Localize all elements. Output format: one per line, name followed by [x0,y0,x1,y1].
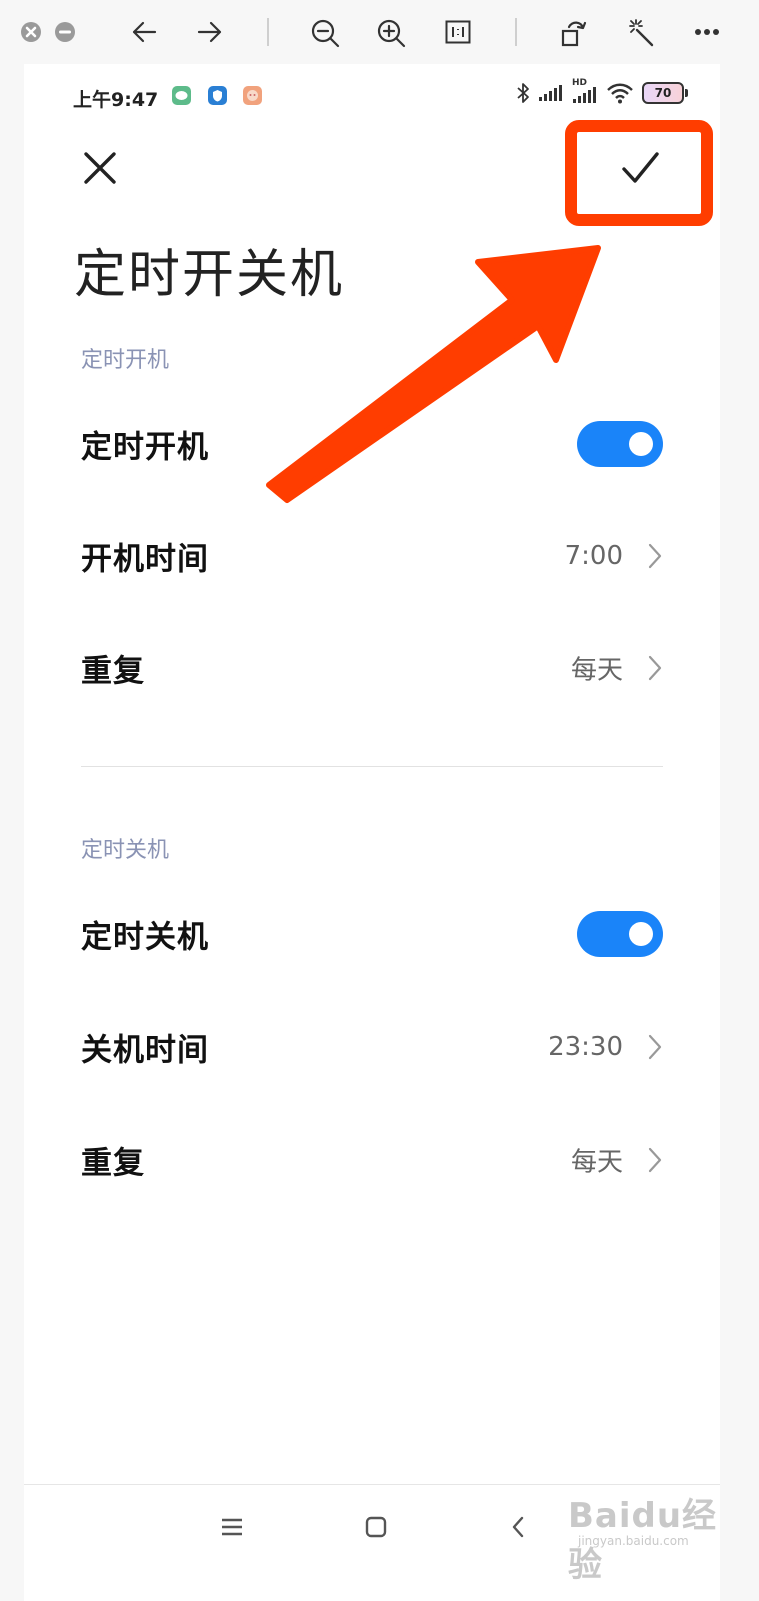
menu-icon[interactable] [221,1517,243,1537]
row-power-on-time[interactable]: 开机时间 7:00 [81,500,663,612]
more-icon[interactable] [694,28,720,36]
power-on-switch[interactable] [577,421,663,467]
row-label: 关机时间 [81,1032,209,1069]
close-icon [84,152,116,184]
row-value: 23:30 [548,1032,623,1062]
section-label-power-on: 定时开机 [81,348,170,373]
toolbar-separator [515,18,517,46]
chevron-right-icon [648,1034,662,1060]
actual-size-icon[interactable] [445,19,471,45]
phone-screen: 上午9:47 HD 70 定时开关机 定时开机 定时开机 开机时间 7:00 重… [24,64,720,1601]
zoom-out-icon[interactable] [310,18,340,48]
hd-signal-icon: HD [572,78,598,104]
section-label-power-off: 定时关机 [81,838,170,863]
minus-circle-icon[interactable] [55,22,75,42]
shield-app-icon [208,86,227,105]
row-power-off-time[interactable]: 关机时间 23:30 [81,991,663,1103]
confirm-button[interactable] [565,120,713,226]
magic-wand-icon[interactable] [627,18,655,48]
arrow-left-icon[interactable] [131,20,157,44]
close-button[interactable] [80,148,120,188]
avatar-app-icon [243,86,262,105]
wifi-icon [607,83,633,104]
row-power-on-repeat[interactable]: 重复 每天 [81,612,663,724]
check-icon [622,152,659,183]
status-indicators: HD 70 [516,78,688,104]
chevron-right-icon [648,1147,662,1173]
chevron-right-icon [648,655,662,681]
viewer-toolbar [0,0,759,64]
chevron-right-icon [648,543,662,569]
home-icon[interactable] [365,1516,387,1538]
switch-knob [629,432,653,456]
row-value: 7:00 [564,541,623,571]
row-value: 每天 [570,655,623,686]
row-label: 定时关机 [81,919,209,956]
rotate-icon[interactable] [560,18,588,48]
row-power-on-toggle[interactable]: 定时开机 [81,388,663,500]
row-label: 重复 [81,1145,145,1182]
row-power-off-toggle[interactable]: 定时关机 [81,878,663,990]
row-value: 每天 [570,1147,623,1178]
zoom-in-icon[interactable] [376,18,406,48]
row-label: 定时开机 [81,429,209,466]
close-circle-icon[interactable] [21,22,41,42]
wechat-icon [172,86,191,105]
toolbar-separator [267,18,269,46]
row-label: 重复 [81,653,145,690]
switch-knob [629,922,653,946]
row-label: 开机时间 [81,541,209,578]
power-off-switch[interactable] [577,911,663,957]
status-time: 上午9:47 [73,89,159,111]
section-divider [81,766,663,767]
signal-icon [539,85,562,101]
watermark: Baidu经验 jingyan.baidu.com [568,1478,728,1585]
back-icon[interactable] [511,1515,525,1539]
bluetooth-icon [517,83,529,103]
arrow-right-icon[interactable] [197,20,223,44]
watermark-subtext: jingyan.baidu.com [578,1534,689,1548]
battery-indicator: 70 [642,82,688,104]
row-power-off-repeat[interactable]: 重复 每天 [81,1104,663,1216]
page-title: 定时开关机 [74,245,345,305]
